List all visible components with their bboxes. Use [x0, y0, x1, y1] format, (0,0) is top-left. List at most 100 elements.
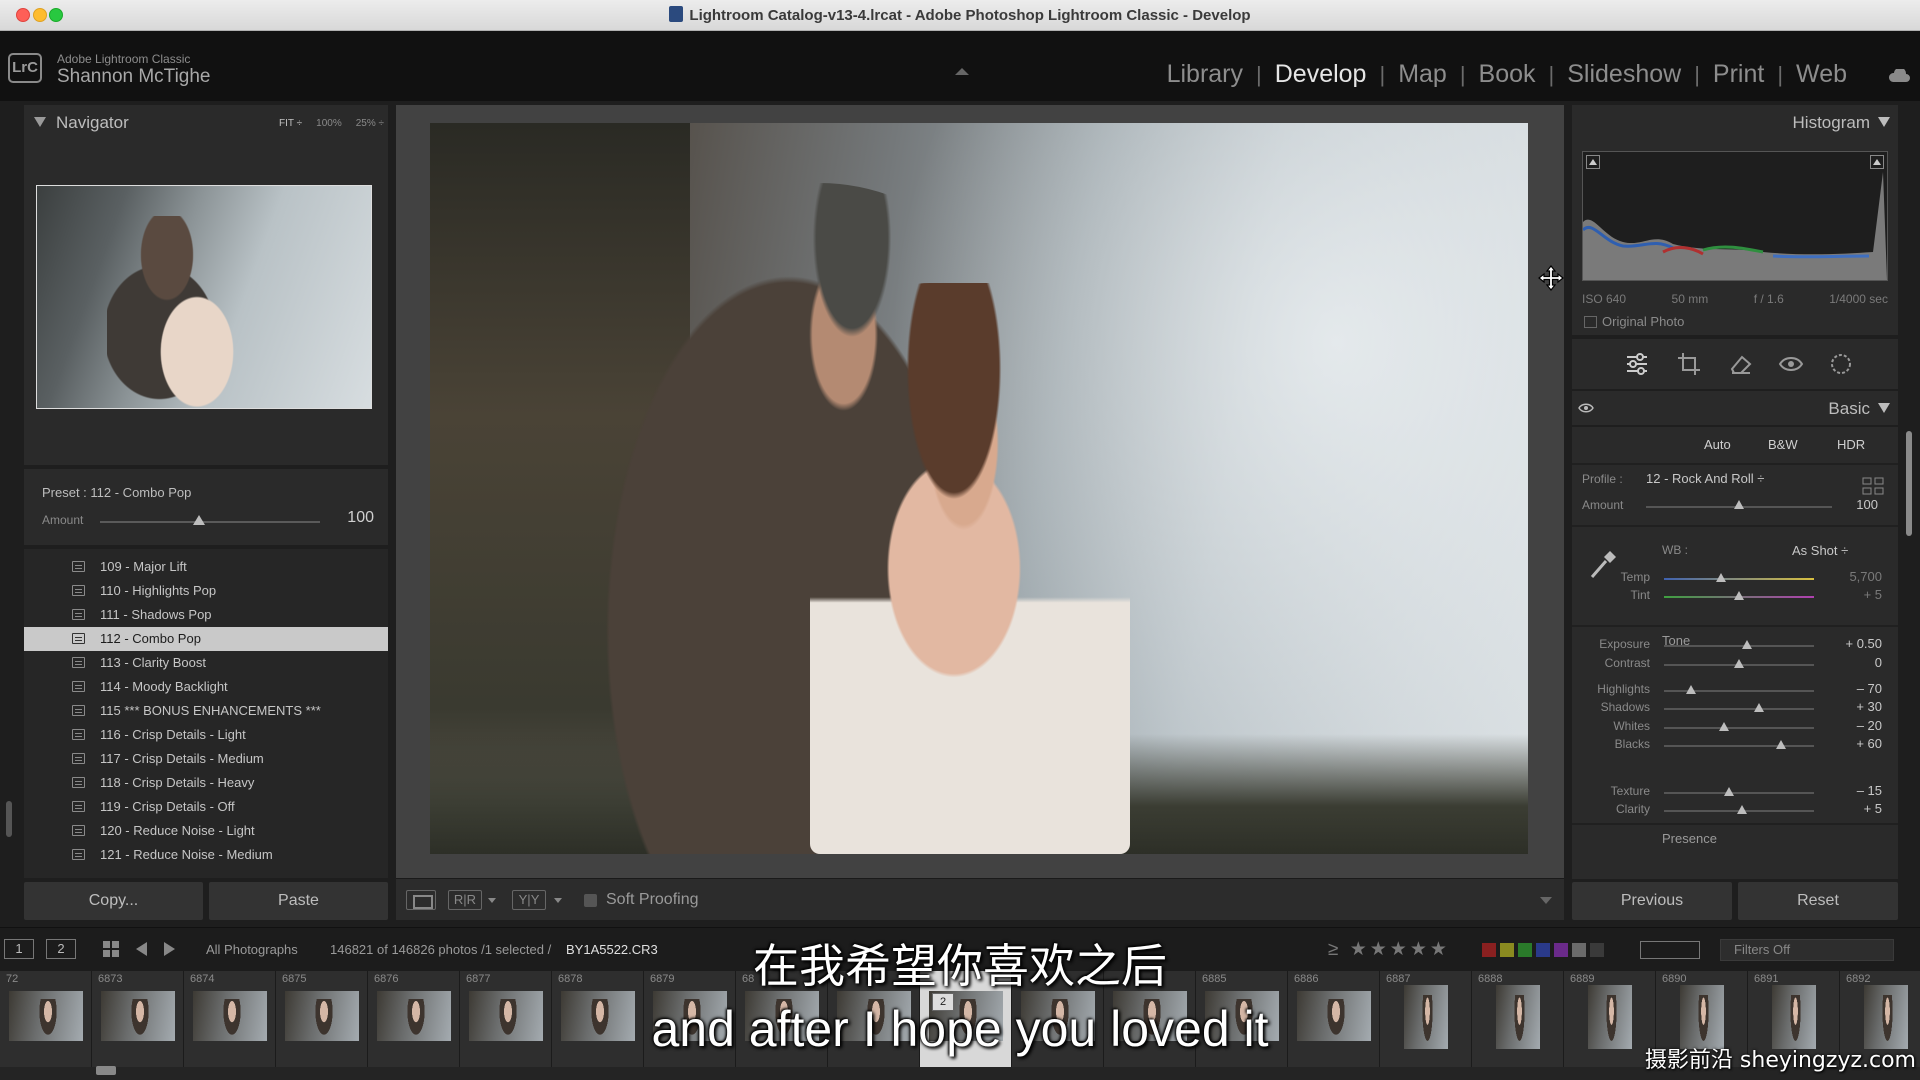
black-white-button[interactable]: B&W [1768, 437, 1798, 452]
left-panel-edge-handle[interactable] [6, 801, 12, 837]
preset-list-item[interactable]: 113 - Clarity Boost [24, 651, 388, 675]
aperture-value: f / 1.6 [1753, 292, 1784, 306]
profile-amount-slider-thumb[interactable] [1734, 500, 1744, 509]
temp-slider[interactable] [1664, 578, 1814, 580]
reset-button[interactable]: Reset [1738, 882, 1898, 920]
module-slideshow[interactable]: Slideshow [1554, 60, 1694, 89]
zoom-25-option[interactable]: 25% ÷ [356, 118, 384, 129]
cloud-sync-icon[interactable] [1888, 69, 1910, 83]
right-panel-scrollbar[interactable] [1906, 431, 1912, 536]
blacks-value[interactable]: + 60 [1842, 736, 1882, 751]
preset-list-item[interactable]: 117 - Crisp Details - Medium [24, 747, 388, 771]
shadows-slider-thumb[interactable] [1753, 703, 1764, 712]
clarity-slider-thumb[interactable] [1737, 805, 1747, 814]
preset-list-item[interactable]: 115 *** BONUS ENHANCEMENTS *** [24, 699, 388, 723]
preset-amount-value[interactable]: 100 [347, 509, 374, 527]
blacks-slider-thumb[interactable] [1776, 740, 1786, 749]
preset-list-item[interactable]: 118 - Crisp Details - Heavy [24, 771, 388, 795]
before-after-button[interactable]: R|R [448, 890, 482, 910]
preset-list-item[interactable]: 114 - Moody Backlight [24, 675, 388, 699]
module-develop[interactable]: Develop [1262, 60, 1380, 89]
paste-settings-button[interactable]: Paste [209, 882, 388, 920]
auto-button[interactable]: Auto [1704, 437, 1731, 452]
collapse-triangle-icon[interactable] [1878, 117, 1890, 127]
previous-button[interactable]: Previous [1572, 882, 1732, 920]
crop-icon[interactable] [1676, 351, 1702, 377]
profile-amount-value[interactable]: 100 [1838, 497, 1878, 512]
wb-dropdown[interactable]: As Shot ÷ [1792, 543, 1848, 558]
masking-icon[interactable] [1828, 351, 1854, 377]
module-book[interactable]: Book [1466, 60, 1549, 89]
preset-list-item[interactable]: 111 - Shadows Pop [24, 603, 388, 627]
shadows-value[interactable]: + 30 [1842, 699, 1882, 714]
exposure-slider-thumb[interactable] [1741, 640, 1752, 649]
preset-label: 110 - Highlights Pop [100, 583, 217, 598]
contrast-slider-thumb[interactable] [1734, 659, 1744, 668]
soft-proofing-label[interactable]: Soft Proofing [606, 891, 699, 909]
collapse-top-panel-icon[interactable] [955, 68, 969, 75]
module-library[interactable]: Library [1154, 60, 1256, 89]
preset-amount-slider-thumb[interactable] [193, 515, 205, 525]
preset-amount-slider[interactable] [100, 521, 320, 523]
highlight-clipping-toggle[interactable] [1870, 155, 1884, 169]
red-eye-icon[interactable] [1778, 351, 1804, 377]
histogram-header[interactable]: Histogram [1572, 105, 1898, 139]
zoom-fit-option[interactable]: FIT ÷ [279, 118, 302, 129]
soft-proofing-checkbox[interactable] [584, 894, 597, 907]
main-photo[interactable] [430, 123, 1528, 854]
collapse-triangle-icon[interactable] [1878, 403, 1890, 413]
temp-value[interactable]: 5,700 [1842, 569, 1882, 584]
basic-panel-header[interactable]: Basic [1572, 391, 1898, 425]
navigator-preview-image[interactable] [36, 185, 372, 409]
highlights-slider-thumb[interactable] [1686, 685, 1696, 694]
panel-visibility-eye-icon[interactable] [1578, 402, 1594, 414]
texture-value[interactable]: – 15 [1842, 783, 1882, 798]
whites-value[interactable]: – 20 [1842, 718, 1882, 733]
profile-dropdown[interactable]: 12 - Rock And Roll ÷ [1646, 471, 1764, 486]
toolbar-options-icon[interactable] [1540, 897, 1552, 904]
preset-list-item[interactable]: 121 - Reduce Noise - Medium [24, 843, 388, 867]
before-after-dropdown-icon[interactable] [488, 898, 496, 903]
zoom-100-option[interactable]: 100% [316, 118, 342, 129]
preset-list-item[interactable]: 110 - Highlights Pop [24, 579, 388, 603]
whites-slider-thumb[interactable] [1719, 722, 1729, 731]
edit-sliders-icon[interactable] [1624, 351, 1650, 377]
highlights-value[interactable]: – 70 [1842, 681, 1882, 696]
contrast-value[interactable]: 0 [1842, 655, 1882, 670]
healing-eraser-icon[interactable] [1728, 351, 1754, 377]
preset-list-item[interactable]: 119 - Crisp Details - Off [24, 795, 388, 819]
preset-icon [72, 825, 85, 836]
loupe-view-button[interactable] [406, 890, 436, 910]
preset-list-item[interactable]: 116 - Crisp Details - Light [24, 723, 388, 747]
preset-list-item[interactable]: 112 - Combo Pop [24, 627, 388, 651]
module-print[interactable]: Print [1700, 60, 1777, 89]
navigator-header[interactable]: Navigator FIT ÷ 100% 25% ÷ [24, 105, 388, 139]
clarity-value[interactable]: + 5 [1842, 801, 1882, 816]
before-after-swap-button[interactable]: Y|Y [512, 890, 546, 910]
preset-list-item[interactable]: 120 - Reduce Noise - Light [24, 819, 388, 843]
shadows-slider[interactable] [1664, 708, 1814, 710]
hdr-button[interactable]: HDR [1837, 437, 1865, 452]
copy-settings-button[interactable]: Copy... [24, 882, 203, 920]
tint-slider-thumb[interactable] [1734, 591, 1744, 600]
module-web[interactable]: Web [1783, 60, 1860, 89]
texture-slider-thumb[interactable] [1723, 787, 1734, 796]
preset-icon [72, 609, 85, 620]
profile-browser-grid-icon[interactable] [1862, 477, 1884, 495]
histogram-graph[interactable] [1581, 151, 1888, 281]
shadow-clipping-toggle[interactable] [1586, 155, 1600, 169]
collapse-triangle-icon[interactable] [34, 117, 46, 127]
module-map[interactable]: Map [1385, 60, 1460, 89]
filmstrip-scrollbar[interactable] [96, 1066, 116, 1075]
tint-value[interactable]: + 5 [1842, 587, 1882, 602]
temp-slider-thumb[interactable] [1716, 573, 1726, 582]
original-photo-label[interactable]: Original Photo [1602, 314, 1684, 329]
texture-slider[interactable] [1664, 792, 1814, 794]
blacks-slider[interactable] [1664, 745, 1814, 747]
original-photo-checkbox[interactable] [1584, 316, 1597, 328]
exposure-slider[interactable] [1664, 645, 1814, 647]
whites-slider[interactable] [1664, 727, 1814, 729]
swap-dropdown-icon[interactable] [554, 898, 562, 903]
preset-list-item[interactable]: 109 - Major Lift [24, 555, 388, 579]
exposure-value[interactable]: + 0.50 [1842, 636, 1882, 651]
